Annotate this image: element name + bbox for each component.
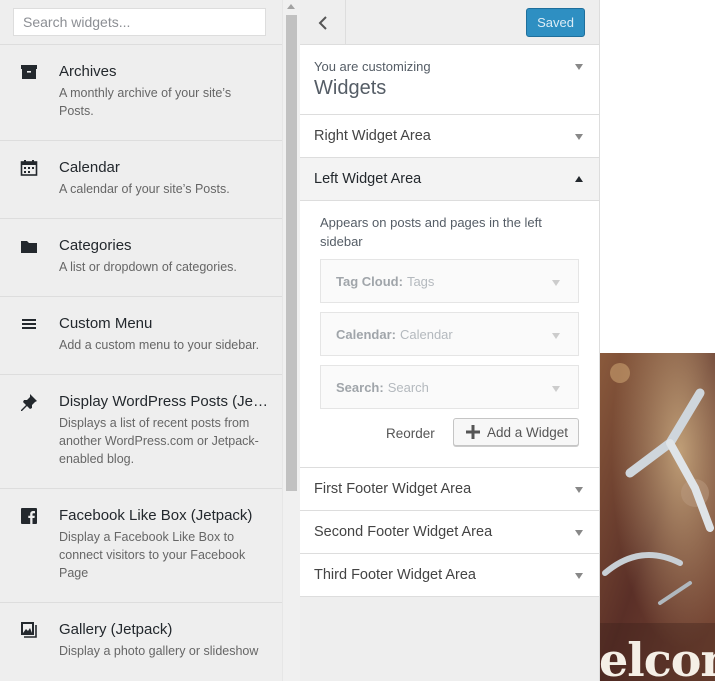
area-description: Appears on posts and pages in the left s… — [320, 215, 542, 249]
widget-title: Facebook Like Box (Jetpack) — [59, 507, 253, 524]
reorder-link[interactable]: Reorder — [386, 426, 435, 441]
widget-description: A calendar of your site’s Posts. — [59, 182, 230, 196]
back-button[interactable] — [300, 0, 346, 45]
widget-item-gallery[interactable]: Gallery (Jetpack) Display a photo galler… — [0, 603, 282, 681]
section-label: Right Widget Area — [314, 128, 431, 144]
archive-icon — [21, 65, 37, 79]
section-second-footer-widget-area[interactable]: Second Footer Widget Area — [300, 511, 599, 554]
chevron-down-icon — [575, 134, 583, 140]
chevron-down-icon[interactable] — [552, 386, 560, 392]
section-right-widget-area[interactable]: Right Widget Area — [300, 115, 599, 158]
widget-actions: Reorder Add a Widget — [320, 418, 579, 458]
widget-title: Archives — [59, 63, 117, 80]
area-widget-list: Tag Cloud: Tags Calendar: Calendar Searc… — [320, 259, 579, 409]
saved-button[interactable]: Saved — [526, 8, 585, 37]
widget-instance-title: Calendar — [399, 326, 453, 342]
widget-type: Search — [336, 379, 380, 395]
add-widget-button[interactable]: Add a Widget — [453, 418, 579, 446]
customizer-header: Saved — [300, 0, 599, 45]
widget-description: Display a Facebook Like Box to connect v… — [59, 530, 246, 580]
chevron-down-icon[interactable] — [552, 280, 560, 286]
widget-item-facebook-like-box[interactable]: Facebook Like Box (Jetpack) Display a Fa… — [0, 489, 282, 603]
widget-instance-title: Search — [387, 379, 429, 395]
section-label: Left Widget Area — [314, 171, 422, 187]
widget-instance-title: Tags — [406, 273, 435, 289]
widget-description: Add a custom menu to your sidebar. — [59, 338, 260, 352]
widget-item-custom-menu[interactable]: Custom Menu Add a custom menu to your si… — [0, 297, 282, 375]
widget-type: Tag Cloud — [336, 273, 399, 289]
chevron-up-icon — [575, 176, 583, 182]
chevron-down-icon — [575, 573, 583, 579]
available-widgets-panel: Archives A monthly archive of your site’… — [0, 0, 282, 681]
section-info: You are customizing Widgets — [300, 45, 599, 115]
widget-description: A monthly archive of your site’s Posts. — [59, 86, 232, 118]
widget-type: Calendar — [336, 326, 392, 342]
chevron-left-icon — [318, 15, 327, 30]
widget-title: Categories — [59, 237, 132, 254]
widget-description: Displays a list of recent posts from ano… — [59, 416, 259, 466]
widget-title: Calendar — [59, 159, 120, 176]
left-widget-area-content: Appears on posts and pages in the left s… — [300, 201, 599, 468]
chevron-down-icon — [575, 530, 583, 536]
section-label: Second Footer Widget Area — [314, 524, 493, 540]
chevron-down-icon[interactable] — [552, 333, 560, 339]
folder-icon — [21, 241, 37, 253]
area-widget-search[interactable]: Search: Search — [320, 365, 579, 409]
scrollbar-thumb[interactable] — [286, 15, 297, 491]
chevron-down-icon — [575, 487, 583, 493]
area-widget-tag-cloud[interactable]: Tag Cloud: Tags — [320, 259, 579, 303]
scroll-up-arrow-icon[interactable] — [287, 4, 295, 9]
area-widget-calendar[interactable]: Calendar: Calendar — [320, 312, 579, 356]
widget-item-archives[interactable]: Archives A monthly archive of your site’… — [0, 45, 282, 141]
section-third-footer-widget-area[interactable]: Third Footer Widget Area — [300, 554, 599, 597]
preview-hero-image — [600, 353, 715, 681]
search-widgets-input[interactable] — [13, 8, 266, 36]
section-title: Widgets — [314, 77, 387, 99]
section-label: Third Footer Widget Area — [314, 567, 476, 583]
widget-description: A list or dropdown of categories. — [59, 260, 237, 274]
widget-title: Custom Menu — [59, 315, 153, 332]
widget-title: Gallery (Jetpack) — [59, 621, 173, 638]
section-label: First Footer Widget Area — [314, 481, 472, 497]
widget-item-calendar[interactable]: Calendar A calendar of your site’s Posts… — [0, 141, 282, 219]
customizing-label: You are customizing — [314, 59, 431, 74]
add-widget-label: Add a Widget — [487, 424, 569, 440]
preview-site-title: elcon — [600, 633, 715, 681]
widget-item-display-wordpress-posts[interactable]: Display WordPress Posts (Jet... Displays… — [0, 375, 282, 489]
gallery-icon — [21, 622, 37, 638]
customizer-panel: Saved You are customizing Widgets Right … — [300, 0, 600, 681]
widgets-scrollbar[interactable] — [282, 0, 300, 681]
section-left-widget-area[interactable]: Left Widget Area — [300, 158, 599, 201]
search-bar — [0, 0, 282, 45]
menu-icon — [22, 319, 36, 329]
widget-description: Display a photo gallery or slideshow — [59, 644, 259, 658]
site-preview: elcon — [600, 353, 715, 681]
section-first-footer-widget-area[interactable]: First Footer Widget Area — [300, 468, 599, 511]
widget-item-categories[interactable]: Categories A list or dropdown of categor… — [0, 219, 282, 297]
facebook-icon — [21, 508, 37, 524]
plus-icon — [466, 425, 480, 439]
pin-icon — [21, 394, 37, 411]
calendar-icon — [20, 160, 38, 176]
widget-title: Display WordPress Posts (Jet... — [59, 393, 268, 410]
help-toggle-icon[interactable] — [575, 64, 583, 70]
